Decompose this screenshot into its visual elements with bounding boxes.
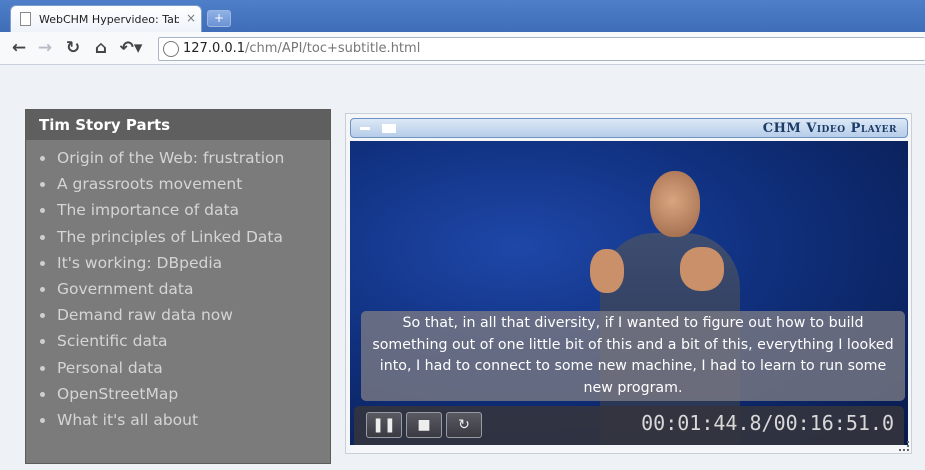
forward-arrow-icon[interactable]: → bbox=[34, 37, 56, 59]
tab-close-button[interactable]: × bbox=[186, 11, 196, 25]
address-bar[interactable]: 127.0.0.1/chm/API/toc+subtitle.html bbox=[158, 37, 925, 61]
toc-item[interactable]: Government data bbox=[39, 276, 329, 302]
timecode: 00:01:44.8/00:16:51.0 bbox=[641, 411, 894, 435]
video-player: CHM Video Player So that, in all that di… bbox=[345, 113, 912, 454]
stop-icon: ■ bbox=[417, 417, 431, 433]
pause-button[interactable]: ❚❚ bbox=[366, 412, 402, 438]
toc-item[interactable]: It's working: DBpedia bbox=[39, 250, 329, 276]
history-back-menu-icon[interactable]: ↶▾ bbox=[116, 37, 146, 59]
page-icon bbox=[20, 12, 31, 26]
toc-item[interactable]: Scientific data bbox=[39, 328, 329, 354]
new-tab-button[interactable]: + bbox=[207, 10, 231, 27]
browser-tab-bar: WebCHM Hypervideo: Tabl... × + bbox=[0, 0, 925, 32]
player-title: CHM Video Player bbox=[762, 121, 897, 136]
resize-grip-icon[interactable] bbox=[899, 441, 909, 451]
toc-item[interactable]: Personal data bbox=[39, 355, 329, 381]
subtitle-text: So that, in all that diversity, if I wan… bbox=[361, 311, 905, 401]
reload-icon: ↻ bbox=[458, 417, 470, 433]
back-arrow-icon[interactable]: ← bbox=[8, 37, 30, 59]
reload-button[interactable]: ↻ bbox=[446, 412, 482, 438]
home-icon[interactable]: ⌂ bbox=[90, 37, 112, 59]
browser-toolbar: ← → ↻ ⌂ ↶▾ 127.0.0.1/chm/API/toc+subtitl… bbox=[0, 32, 925, 65]
speaker-hand-left bbox=[590, 249, 624, 293]
toc-item[interactable]: The principles of Linked Data bbox=[39, 224, 329, 250]
minimize-icon[interactable] bbox=[360, 127, 370, 130]
toc-item[interactable]: Demand raw data now bbox=[39, 302, 329, 328]
player-title-bar[interactable]: CHM Video Player bbox=[350, 118, 908, 138]
pin-icon[interactable] bbox=[382, 124, 396, 133]
pause-icon: ❚❚ bbox=[372, 417, 396, 433]
toc-list: Origin of the Web: frustration A grassro… bbox=[39, 145, 329, 433]
speaker-hand-right bbox=[680, 247, 724, 291]
speaker-head bbox=[650, 171, 700, 237]
url-text: 127.0.0.1/chm/API/toc+subtitle.html bbox=[183, 38, 420, 60]
video-frame[interactable]: So that, in all that diversity, if I wan… bbox=[350, 141, 908, 445]
toc-item[interactable]: A grassroots movement bbox=[39, 171, 329, 197]
browser-tab[interactable]: WebCHM Hypervideo: Tabl... × bbox=[10, 5, 202, 32]
url-path: /chm/API/toc+subtitle.html bbox=[245, 41, 421, 56]
toc-panel: Tim Story Parts Origin of the Web: frust… bbox=[25, 109, 331, 464]
reload-icon[interactable]: ↻ bbox=[62, 37, 84, 59]
toc-item[interactable]: OpenStreetMap bbox=[39, 381, 329, 407]
url-host: 127.0.0.1 bbox=[183, 41, 246, 56]
stop-button[interactable]: ■ bbox=[406, 412, 442, 438]
toc-item[interactable]: Origin of the Web: frustration bbox=[39, 145, 329, 171]
page-info-icon bbox=[163, 41, 179, 57]
tab-title: WebCHM Hypervideo: Tabl... bbox=[39, 13, 179, 26]
toc-item[interactable]: The importance of data bbox=[39, 197, 329, 223]
toc-item[interactable]: What it's all about bbox=[39, 407, 329, 433]
toc-title: Tim Story Parts bbox=[26, 110, 330, 140]
player-controls: ❚❚ ■ ↻ 00:01:44.8/00:16:51.0 ◀ bbox=[354, 406, 904, 445]
